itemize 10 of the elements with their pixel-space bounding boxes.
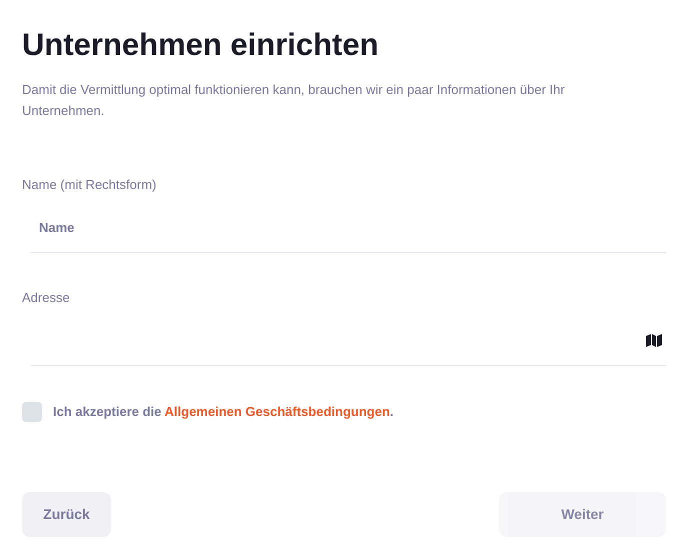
- field-label: Name (mit Rechtsform): [22, 176, 156, 194]
- terms-text: Ich akzeptiere die Allgemeinen Geschäftsbedingungen.: [53, 403, 394, 422]
- description-text: Damit die Vermittlung optimal funktionieren kann, brauchen wir ein paar Informationen über Ihr Unternehmen.: [22, 81, 566, 120]
- terms-link[interactable]: Allgemeinen Geschäftsbedingungen: [164, 404, 390, 420]
- page-title: Unternehmen einrichten: [22, 26, 380, 64]
- field-label: Adresse: [22, 289, 70, 307]
- map-icon[interactable]: [646, 334, 662, 347]
- checkbox[interactable]: [22, 402, 42, 422]
- back-button[interactable]: Zurück: [22, 492, 111, 537]
- input-field[interactable]: Name: [31, 202, 666, 253]
